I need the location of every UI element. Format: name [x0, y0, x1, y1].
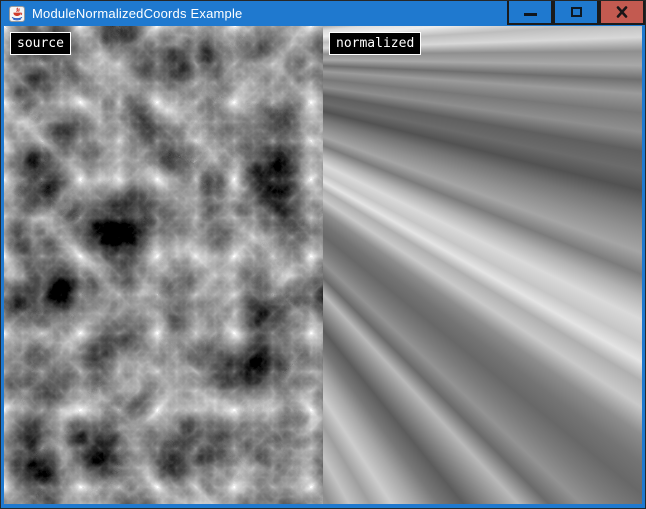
normalized-label: normalized: [329, 32, 421, 55]
app-window: ModuleNormalizedCoords Example: [0, 0, 646, 509]
minimize-icon: [524, 13, 537, 16]
maximize-icon: [571, 7, 582, 17]
titlebar[interactable]: ModuleNormalizedCoords Example: [1, 1, 645, 26]
content-area: source normalized: [4, 26, 642, 504]
window-controls: [507, 1, 645, 26]
java-coffee-cup-icon: [9, 6, 25, 22]
source-label: source: [10, 32, 71, 55]
normalized-image-panel: normalized: [323, 26, 642, 504]
source-image-panel: source: [4, 26, 323, 504]
minimize-button[interactable]: [507, 1, 553, 25]
window-title: ModuleNormalizedCoords Example: [32, 1, 242, 26]
source-noise-image: [4, 26, 323, 504]
close-button[interactable]: [599, 1, 645, 25]
maximize-button[interactable]: [553, 1, 599, 25]
close-icon: [616, 6, 628, 18]
